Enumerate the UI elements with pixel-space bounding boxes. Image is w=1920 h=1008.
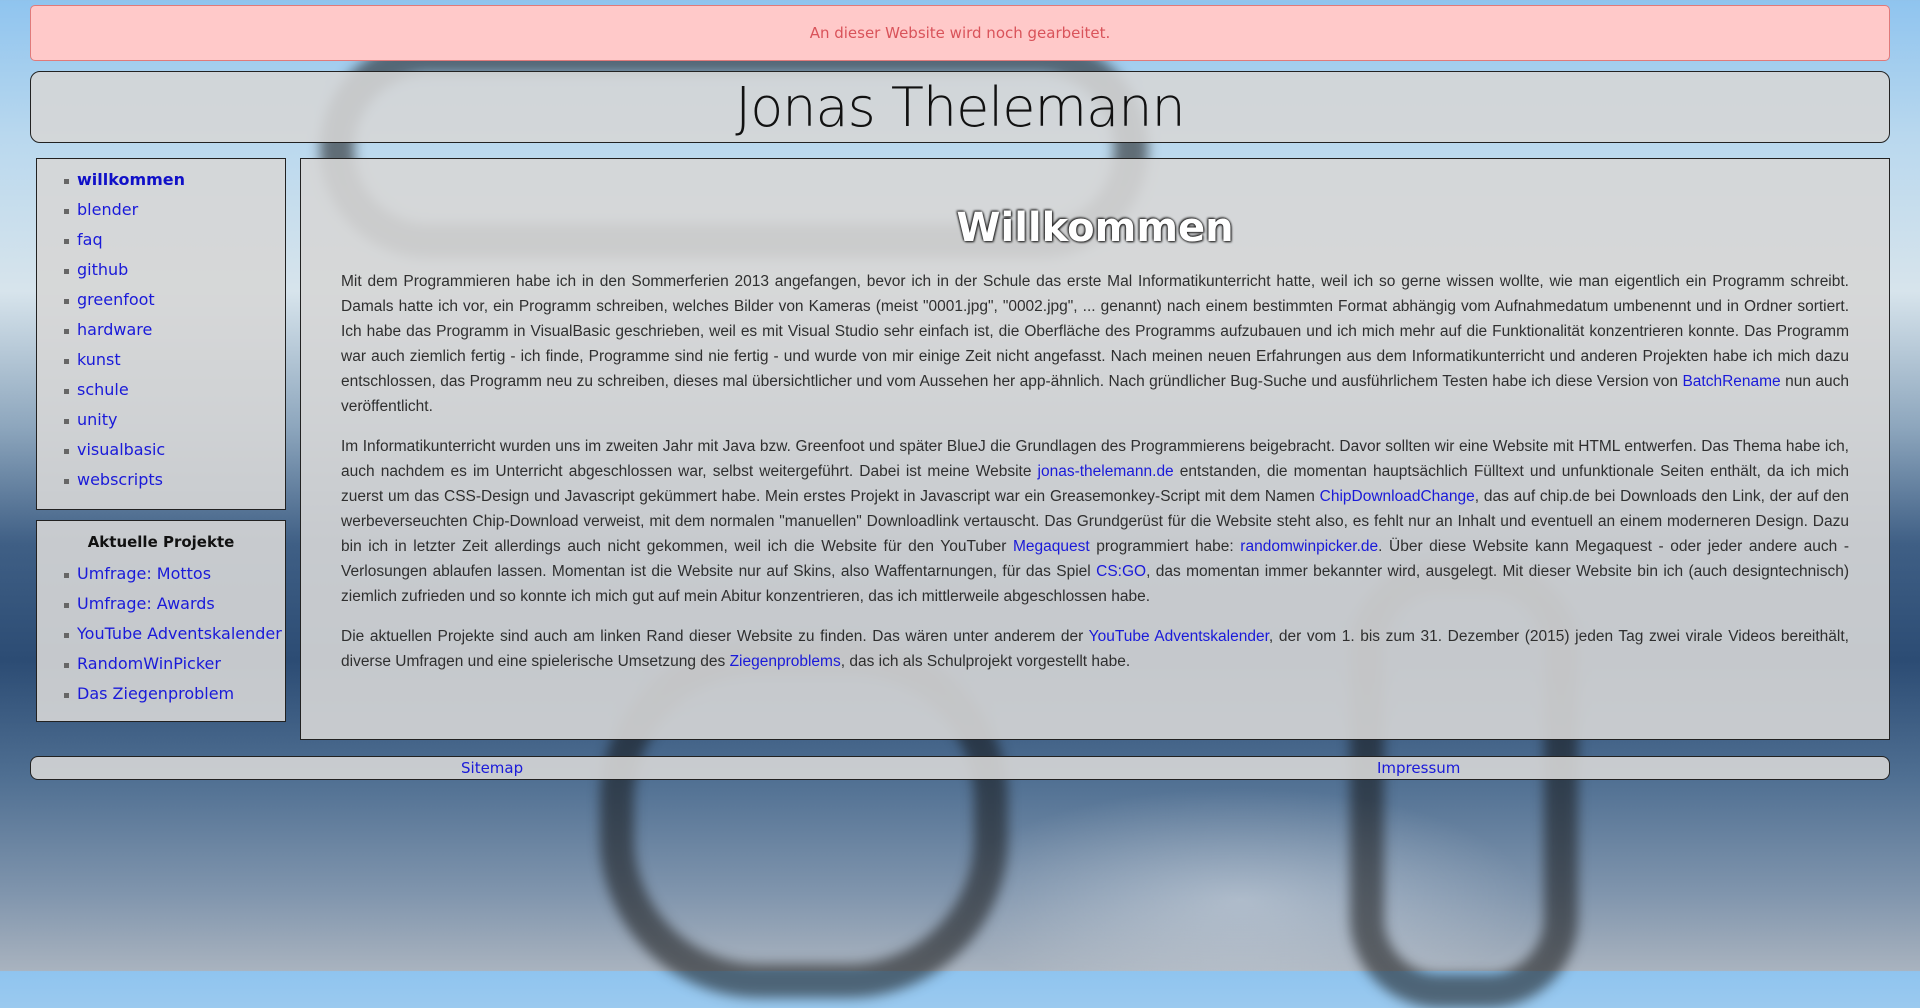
nav-item-greenfoot: greenfoot [64,290,285,321]
project-link-umfrage-mottos[interactable]: Umfrage: Mottos [77,564,211,583]
nav-link-unity[interactable]: unity [77,410,117,429]
paragraph-text: Mit dem Programmieren habe ich in den So… [341,273,1849,390]
nav-link-blender[interactable]: blender [77,200,138,219]
project-link-umfrage-awards[interactable]: Umfrage: Awards [77,594,215,613]
nav-item-github: github [64,260,285,291]
project-link-randomwinpicker[interactable]: RandomWinPicker [77,654,221,673]
paragraph-batchrename: Mit dem Programmieren habe ich in den So… [341,269,1849,419]
notice-text: An dieser Website wird noch gearbeitet. [809,24,1111,42]
project-item: Umfrage: Awards [64,594,285,625]
nav-item-hardware: hardware [64,320,285,351]
nav-link-webscripts[interactable]: webscripts [77,470,163,489]
nav-link-github[interactable]: github [77,260,128,279]
main-content: Willkommen Mit dem Programmieren habe ic… [300,158,1890,740]
paragraph-text: programmiert habe: [1089,538,1241,555]
paragraph-projects: Die aktuellen Projekte sind auch am link… [341,624,1849,674]
link-youtube-adventskalender[interactable]: YouTube Adventskalender [1089,628,1269,645]
nav-link-willkommen[interactable]: willkommen [77,170,185,189]
nav-item-webscripts: webscripts [64,470,285,501]
nav-link-kunst[interactable]: kunst [77,350,121,369]
project-link-ziegenproblem[interactable]: Das Ziegenproblem [77,684,234,703]
site-footer: Sitemap Impressum [30,756,1890,780]
nav-link-faq[interactable]: faq [77,230,103,249]
link-batchrename[interactable]: BatchRename [1682,373,1780,390]
project-item: RandomWinPicker [64,654,285,685]
project-link-youtube-adventskalender[interactable]: YouTube Adventskalender [77,624,282,643]
nav-link-greenfoot[interactable]: greenfoot [77,290,155,309]
nav-item-unity: unity [64,410,285,441]
link-csgo[interactable]: CS:GO [1096,563,1146,580]
projects-heading: Aktuelle Projekte [87,533,235,551]
nav-link-schule[interactable]: schule [77,380,129,399]
nav-item-visualbasic: visualbasic [64,440,285,471]
sidebar-navigation: willkommen blender faq github greenfoot … [36,158,286,510]
paragraph-text: , das ich als Schulprojekt vorgestellt h… [840,653,1131,670]
link-randomwinpicker[interactable]: randomwinpicker.de [1240,538,1378,555]
nav-item-faq: faq [64,230,285,261]
site-header: Jonas Thelemann [30,71,1890,143]
site-title: Jonas Thelemann [735,75,1185,139]
paragraph-text: Die aktuellen Projekte sind auch am link… [341,628,1089,645]
current-projects-panel: Aktuelle Projekte Umfrage: Mottos Umfrag… [36,520,286,722]
impressum-link[interactable]: Impressum [1377,759,1460,777]
nav-item-blender: blender [64,200,285,231]
nav-link-hardware[interactable]: hardware [77,320,152,339]
nav-item-schule: schule [64,380,285,411]
paragraph-website: Im Informatikunterricht wurden uns im zw… [341,434,1849,609]
link-ziegenproblems[interactable]: Ziegenproblems [730,653,841,670]
page-title: Willkommen [956,205,1234,251]
construction-notice: An dieser Website wird noch gearbeitet. [30,5,1890,61]
nav-link-visualbasic[interactable]: visualbasic [77,440,165,459]
nav-item-willkommen: willkommen [64,170,285,201]
link-chipdownloadchange[interactable]: ChipDownloadChange [1320,488,1475,505]
project-item: Das Ziegenproblem [64,684,285,715]
project-item: YouTube Adventskalender [64,624,285,655]
link-megaquest[interactable]: Megaquest [1013,538,1090,555]
nav-item-kunst: kunst [64,350,285,381]
project-item: Umfrage: Mottos [64,564,285,595]
link-jonas-thelemann-de[interactable]: jonas-thelemann.de [1038,463,1174,480]
sitemap-link[interactable]: Sitemap [461,759,523,777]
